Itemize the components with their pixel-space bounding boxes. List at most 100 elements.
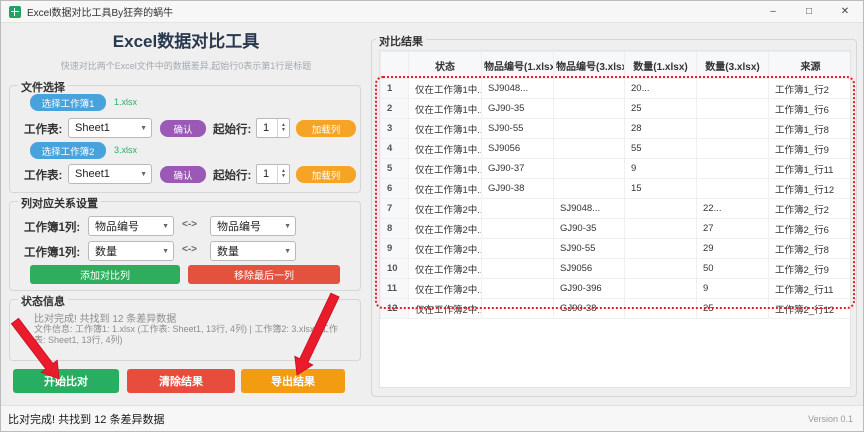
table-cell[interactable]: 29 (696, 238, 769, 259)
start-row-stepper-1[interactable]: 1 ▲ ▼ (256, 118, 290, 138)
row-number-cell[interactable]: 2 (380, 98, 409, 119)
table-cell[interactable] (481, 258, 554, 279)
results-col-header[interactable]: 状态 (408, 51, 482, 79)
table-cell[interactable] (696, 118, 769, 139)
table-cell[interactable]: GJ90-35 (481, 98, 554, 119)
table-cell[interactable] (624, 298, 697, 319)
table-cell[interactable]: 28 (624, 118, 697, 139)
export-results-button[interactable]: 导出结果 (241, 369, 345, 393)
table-cell[interactable]: 工作簿2_行11 (768, 278, 850, 299)
table-cell[interactable]: 仅在工作簿1中... (408, 138, 482, 159)
table-cell[interactable] (696, 158, 769, 179)
stepper-arrows-2[interactable]: ▲ ▼ (277, 165, 289, 183)
start-row-stepper-2[interactable]: 1 ▲ ▼ (256, 164, 290, 184)
table-row[interactable]: 7 仅在工作簿2中... SJ9048... 22... 工作簿2_行2 (380, 198, 850, 219)
table-cell[interactable]: 27 (696, 218, 769, 239)
table-cell[interactable]: 50 (696, 258, 769, 279)
table-row[interactable]: 9 仅在工作簿2中... SJ90-55 29 工作簿2_行8 (380, 238, 850, 259)
table-cell[interactable]: GJ90-396 (553, 278, 625, 299)
table-cell[interactable] (553, 138, 625, 159)
table-cell[interactable]: 仅在工作簿2中... (408, 278, 482, 299)
table-row[interactable]: 10 仅在工作簿2中... SJ9056 50 工作簿2_行9 (380, 258, 850, 279)
results-col-header[interactable] (380, 51, 409, 79)
table-cell[interactable]: 9 (696, 278, 769, 299)
table-cell[interactable]: 20... (624, 78, 697, 99)
table-cell[interactable]: GJ90-37 (481, 158, 554, 179)
map-row1-right-select[interactable]: 物品编号 ▼ (210, 216, 296, 236)
table-cell[interactable]: GJ90-35 (553, 218, 625, 239)
table-cell[interactable] (696, 78, 769, 99)
load-columns-2-button[interactable]: 加载列 (296, 166, 356, 183)
table-cell[interactable]: 9 (624, 158, 697, 179)
table-cell[interactable] (624, 258, 697, 279)
table-cell[interactable] (696, 178, 769, 199)
table-cell[interactable] (624, 218, 697, 239)
remove-last-column-button[interactable]: 移除最后一列 (188, 265, 340, 284)
table-cell[interactable] (553, 78, 625, 99)
maximize-button[interactable]: □ (791, 1, 827, 22)
table-cell[interactable] (553, 178, 625, 199)
clear-results-button[interactable]: 清除结果 (127, 369, 235, 393)
confirm-sheet-1-button[interactable]: 确认 (160, 120, 206, 137)
row-number-cell[interactable]: 5 (380, 158, 409, 179)
table-cell[interactable]: 25 (696, 298, 769, 319)
table-cell[interactable]: 工作簿2_行8 (768, 238, 850, 259)
table-row[interactable]: 3 仅在工作簿1中... SJ90-55 28 工作簿1_行8 (380, 118, 850, 139)
results-col-header[interactable]: 数量(3.xlsx) (696, 51, 769, 79)
sheet-select-2[interactable]: Sheet1 ▼ (68, 164, 152, 184)
table-cell[interactable]: 工作簿2_行9 (768, 258, 850, 279)
table-row[interactable]: 6 仅在工作簿1中... GJ90-38 15 工作簿1_行12 (380, 178, 850, 199)
table-cell[interactable]: 仅在工作簿2中... (408, 298, 482, 319)
table-cell[interactable]: SJ90-55 (553, 238, 625, 259)
table-cell[interactable]: 仅在工作簿1中... (408, 98, 482, 119)
table-row[interactable]: 1 仅在工作簿1中... SJ9048... 20... 工作簿1_行2 (380, 78, 850, 99)
table-cell[interactable]: 仅在工作簿1中... (408, 78, 482, 99)
table-cell[interactable] (696, 138, 769, 159)
table-cell[interactable] (624, 198, 697, 219)
table-cell[interactable]: 工作簿1_行12 (768, 178, 850, 199)
table-cell[interactable]: 仅在工作簿2中... (408, 238, 482, 259)
row-number-cell[interactable]: 11 (380, 278, 409, 299)
table-cell[interactable] (624, 238, 697, 259)
table-cell[interactable] (481, 238, 554, 259)
confirm-sheet-2-button[interactable]: 确认 (160, 166, 206, 183)
close-button[interactable]: ✕ (827, 1, 863, 22)
table-cell[interactable]: SJ9056 (481, 138, 554, 159)
row-number-cell[interactable]: 9 (380, 238, 409, 259)
table-cell[interactable]: 仅在工作簿1中... (408, 178, 482, 199)
results-col-header[interactable]: 物品编号(3.xlsx) (553, 51, 625, 79)
row-number-cell[interactable]: 6 (380, 178, 409, 199)
pick-workbook1-button[interactable]: 选择工作簿1 (30, 94, 106, 111)
table-cell[interactable]: 仅在工作簿1中... (408, 118, 482, 139)
row-number-cell[interactable]: 12 (380, 298, 409, 319)
table-cell[interactable]: 工作簿2_行2 (768, 198, 850, 219)
table-cell[interactable]: 22... (696, 198, 769, 219)
table-cell[interactable]: SJ9048... (481, 78, 554, 99)
stepper-arrows-1[interactable]: ▲ ▼ (277, 119, 289, 137)
sheet-select-1[interactable]: Sheet1 ▼ (68, 118, 152, 138)
row-number-cell[interactable]: 1 (380, 78, 409, 99)
table-row[interactable]: 12 仅在工作簿2中... GJ90-38 25 工作簿2_行12 (380, 298, 850, 319)
start-compare-button[interactable]: 开始比对 (13, 369, 119, 393)
table-cell[interactable] (696, 98, 769, 119)
table-cell[interactable]: 仅在工作簿1中... (408, 158, 482, 179)
table-cell[interactable]: 仅在工作簿2中... (408, 258, 482, 279)
row-number-cell[interactable]: 4 (380, 138, 409, 159)
table-cell[interactable]: GJ90-38 (553, 298, 625, 319)
table-cell[interactable]: 25 (624, 98, 697, 119)
table-cell[interactable] (553, 158, 625, 179)
row-number-cell[interactable]: 3 (380, 118, 409, 139)
results-col-header[interactable]: 物品编号(1.xlsx) (481, 51, 554, 79)
map-row2-left-select[interactable]: 数量 ▼ (88, 241, 174, 261)
add-compare-column-button[interactable]: 添加对比列 (30, 265, 180, 284)
table-row[interactable]: 11 仅在工作簿2中... GJ90-396 9 工作簿2_行11 (380, 278, 850, 299)
row-number-cell[interactable]: 7 (380, 198, 409, 219)
table-cell[interactable]: 工作簿2_行12 (768, 298, 850, 319)
map-row1-left-select[interactable]: 物品编号 ▼ (88, 216, 174, 236)
table-cell[interactable] (481, 298, 554, 319)
table-cell[interactable]: 工作簿1_行8 (768, 118, 850, 139)
table-cell[interactable]: 55 (624, 138, 697, 159)
table-row[interactable]: 2 仅在工作簿1中... GJ90-35 25 工作簿1_行6 (380, 98, 850, 119)
table-cell[interactable] (481, 198, 554, 219)
pick-workbook2-button[interactable]: 选择工作簿2 (30, 142, 106, 159)
